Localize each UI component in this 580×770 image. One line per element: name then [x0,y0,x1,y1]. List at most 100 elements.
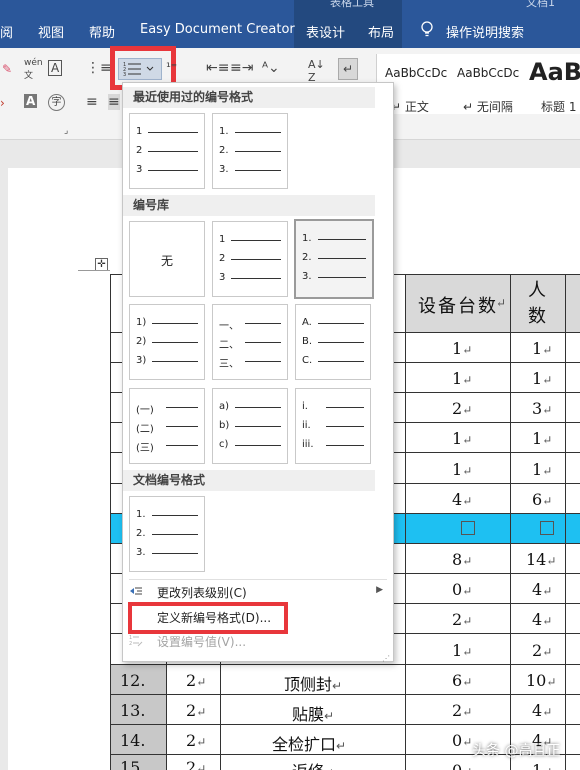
cell-equipment: 1↵ [452,429,473,448]
document-title: 文档1 [526,0,555,9]
cell-equipment: 2↵ [452,701,473,720]
paragraph-mark: ↵ [542,373,553,387]
numbering-tile-arabic-paren[interactable]: 1) 2) 3) [129,304,205,380]
paragraph-mark: ↵ [462,735,473,749]
style-name-heading1: 标题 1 [541,100,577,114]
numbering-tile-chinese[interactable]: 一、 二、 三、 [212,304,288,380]
numbering-library-dropdown: 最近使用过的编号格式 1 2 3 1. 2. 3. 编号库 无 1 2 3 1.… [122,82,394,662]
numbering-tile-upper-alpha[interactable]: A. B. C. [295,304,371,380]
recent-formats-header: 最近使用过的编号格式 [123,87,375,108]
cell-equipment: 1↵ [452,460,473,479]
paragraph-mark: ↵ [542,433,553,447]
decrease-indent-icon[interactable]: ⇤≡ [206,60,229,76]
numbering-tile-document-arabic-dot[interactable]: 1. 2. 3. [129,496,205,572]
paragraph-mark: ↵ [462,554,473,568]
cell-people: 3↵ [532,399,553,418]
cell-qty: 2↵ [186,671,207,690]
multilevel-list-icon[interactable]: ¹⁼ [166,60,177,74]
paragraph-mark: ↵ [542,705,553,719]
eraser-icon[interactable]: ✎ [2,62,12,76]
change-list-level-item[interactable]: 更改列表级别(C) ▶ [123,580,393,604]
cell-task: 顶侧封↵ [284,675,343,694]
cell-equipment: 6↵ [452,671,473,690]
tab-view[interactable]: 视图 [38,22,64,41]
paragraph-mark: ↵ [462,705,473,719]
tab-layout[interactable]: 布局 [368,22,394,41]
cell-people: 4↵ [532,701,553,720]
styles-gallery: AaBbCcDc AaBbCcDc AaB ↵ 正文 ↵ 无间隔 标题 1 [376,54,580,114]
paragraph-mark: ↵ [542,645,553,659]
paragraph-mark: ↵ [324,709,335,723]
paragraph-mark: ↵ [542,765,552,770]
cell-equipment: 2↵ [452,399,473,418]
numbering-tile-none[interactable]: 无 [129,221,205,297]
tell-me-search[interactable]: 操作说明搜索 [446,22,524,41]
numbering-tile-chinese-paren[interactable]: (一) (二) (三) [129,388,205,464]
tab-easy-document-creator[interactable]: Easy Document Creator [140,22,295,37]
cell-people: 2↵ [532,641,553,660]
paragraph-mark: ↵ [542,343,553,357]
cell-people: 1↵ [532,429,553,448]
cell-people: 1↵ [532,369,553,388]
sort-icon[interactable]: A↓ Z [308,58,325,84]
paragraph-mark: ↵ [196,675,207,689]
paragraph-mark: ↵ [462,614,473,628]
submenu-arrow-icon: ▶ [376,585,383,595]
paragraph-mark: ↵ [462,765,472,770]
enclose-char-icon[interactable]: 字 [48,94,65,111]
paragraph-mark: ↵ [462,584,473,598]
bullets-icon[interactable]: ⋮≡ [86,60,112,76]
align-center-icon[interactable]: ≡ [108,94,120,110]
cell-people: 1↵ [532,339,553,358]
paragraph-mark: ↵ [462,464,473,478]
font-color-icon[interactable]: › [0,96,5,110]
table-gridline [510,274,511,770]
paragraph-mark: ↵ [462,433,473,447]
style-preview-heading1[interactable]: AaB [529,58,580,86]
style-preview-normal[interactable]: AaBbCcDc [385,66,447,80]
show-formatting-marks-icon[interactable]: ↵ [338,58,358,80]
cell-equipment: 1↵ [452,369,473,388]
text-direction-icon[interactable]: ᴬ⌄ [262,60,280,76]
paragraph-mark: ↵ [546,675,557,689]
tab-help[interactable]: 帮助 [89,22,115,41]
table-gridline [405,274,406,770]
table-gridline [565,274,566,770]
resize-grip-icon[interactable]: ⋰ [382,654,390,663]
cell-equipment: 0↵ [452,731,473,750]
cell-task: 全检扩口↵ [272,735,347,754]
cell-people: 4↵ [532,610,553,629]
numbering-library-header: 编号库 [123,195,375,216]
numbering-tile-recent-arabic-dot[interactable]: 1. 2. 3. [212,113,288,189]
style-name-normal: ↵ 正文 [391,100,429,114]
tab-review[interactable]: 阅 [0,22,13,41]
numbering-tile-lower-alpha[interactable]: a) b) c) [212,388,288,464]
cell-equipment: 8↵ [452,550,473,569]
char-shading-icon[interactable]: A [24,94,38,108]
cell-equipment: 2↵ [452,610,473,629]
paragraph-mark: ↵ [542,464,553,478]
paragraph-mark: ↵ [542,614,553,628]
phonetic-guide-icon[interactable]: wén 文 [24,58,43,81]
row-number: 15. [120,758,146,770]
numbering-tile-recent-arabic[interactable]: 1 2 3 [129,113,205,189]
tab-table-design[interactable]: 表设计 [306,22,345,41]
style-preview-no-spacing[interactable]: AaBbCcDc [457,66,519,80]
align-left-icon[interactable]: ≡ [86,94,98,110]
cell-people: 6↵ [532,490,553,509]
char-border-icon[interactable]: A [48,60,63,76]
numbering-tile-roman[interactable]: i. ii. iii. [295,388,371,464]
paragraph-mark: ↵ [462,373,473,387]
watermark: 头条 @高且正 [472,743,561,759]
numbering-tile-arabic-dot[interactable]: 1. 2. 3. [294,219,374,299]
paragraph-mark: ↵ [324,766,334,770]
list-level-icon [130,587,142,595]
cell-qty: 2↵ [186,758,206,770]
font-dialog-launcher-icon[interactable]: ⌟ [64,126,68,136]
cell-people: 1↵ [532,460,553,479]
empty-cell-marker [461,521,475,535]
numbering-tile-arabic[interactable]: 1 2 3 [212,221,288,297]
increase-indent-icon[interactable]: ≡⇥ [230,60,253,76]
paragraph-mark: ↵ [332,679,343,693]
context-tab-group-label: 表格工具 [330,0,374,9]
